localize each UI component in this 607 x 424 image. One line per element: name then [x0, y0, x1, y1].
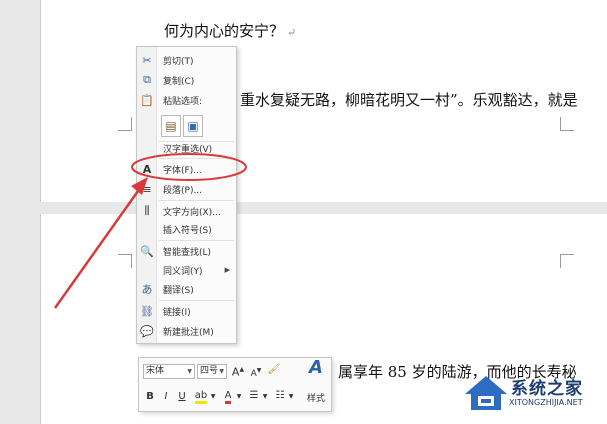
site-watermark: 系统之家 XITONGZHIJIA.NET — [463, 372, 603, 416]
highlight-ellipse — [131, 153, 247, 181]
pointer-arrow-line — [53, 183, 145, 309]
red-annotation — [53, 153, 247, 309]
house-logo-icon — [465, 376, 507, 410]
watermark-url: XITONGZHIJIA.NET — [509, 398, 583, 407]
pointer-arrowhead — [131, 177, 148, 195]
watermark-title: 系统之家 — [511, 379, 583, 399]
